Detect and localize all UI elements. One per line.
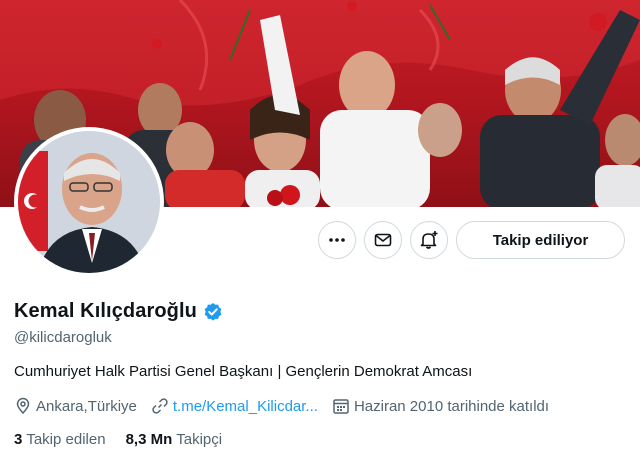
verified-badge-icon[interactable] [203, 302, 223, 322]
envelope-icon [374, 233, 392, 247]
profile-handle: @kilicdarogluk [14, 329, 112, 346]
profile-bio: Cumhuriyet Halk Partisi Genel Başkanı | … [14, 363, 473, 380]
profile-actions: Takip ediliyor [318, 221, 625, 259]
profile-stats: 3 Takip edilen 8,3 Mn Takipçi [14, 431, 242, 448]
profile-meta: Ankara,Türkiye t.me/Kemal_Kilicdar... Ha… [14, 397, 563, 415]
joined-text: Haziran 2010 tarihinde katıldı [353, 397, 550, 415]
calendar-icon [333, 399, 349, 414]
notifications-button[interactable] [410, 221, 448, 259]
following-button-label: Takip ediliyor [492, 231, 589, 249]
link-icon [152, 398, 168, 414]
message-button[interactable] [364, 221, 402, 259]
following-count: 3 [14, 431, 23, 448]
profile-name-row: Kemal Kılıçdaroğlu [14, 300, 223, 323]
location-text: Ankara,Türkiye [36, 397, 137, 415]
more-icon [329, 238, 345, 242]
profile-link[interactable]: t.me/Kemal_Kilicdar... [173, 398, 318, 415]
followers-label: Takipçi [176, 431, 223, 448]
location-pin-icon [16, 397, 30, 415]
followers-stat[interactable]: 8,3 Mn Takipçi [126, 431, 223, 448]
link-item: t.me/Kemal_Kilicdar... [151, 397, 318, 415]
profile-avatar[interactable] [14, 127, 164, 277]
joined-item: Haziran 2010 tarihinde katıldı [332, 397, 549, 415]
followers-count: 8,3 Mn [125, 431, 173, 448]
display-name: Kemal Kılıçdaroğlu [14, 300, 197, 322]
location-item: Ankara,Türkiye [14, 397, 137, 415]
profile-photo [18, 131, 160, 273]
more-button[interactable] [318, 221, 356, 259]
following-label: Takip edilen [26, 431, 106, 448]
bell-plus-icon [420, 231, 438, 249]
following-button[interactable]: Takip ediliyor [456, 221, 625, 259]
following-stat[interactable]: 3 Takip edilen [14, 431, 106, 448]
